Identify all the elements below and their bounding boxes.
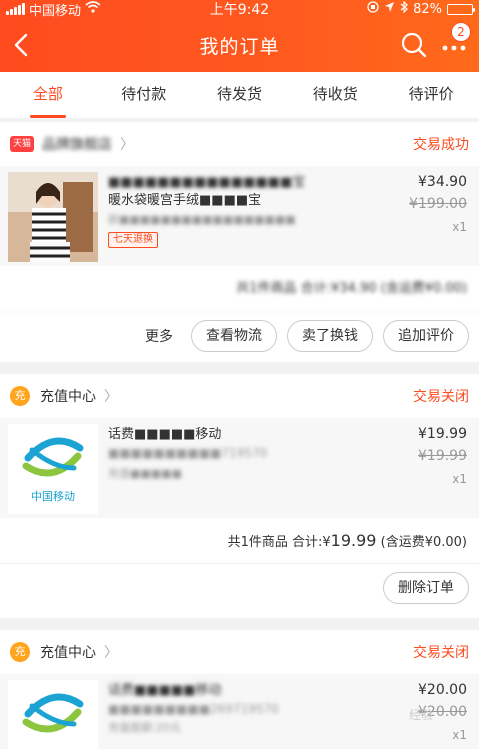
order-card: 天猫 品牌旗舰店 〉 交易成功 ■■■■■■■■■■■■■■■宝 暖水袋暖宫手绒… <box>0 122 479 362</box>
shop-header[interactable]: 充 充值中心 〉 交易关闭 <box>0 374 479 418</box>
order-actions: 删除订单 <box>0 564 479 612</box>
order-actions: 更多 查看物流 卖了换钱 追加评价 <box>0 312 479 360</box>
product-price: ¥20.00 <box>418 682 467 698</box>
product-detail: 充值■■■■■ <box>108 467 182 480</box>
seven-day-return-badge: 七天退换 <box>108 232 158 248</box>
tab-pending-shipment[interactable]: 待发货 <box>192 72 288 118</box>
shop-header[interactable]: 天猫 品牌旗舰店 〉 交易成功 <box>0 122 479 166</box>
tmall-icon: 天猫 <box>10 136 34 152</box>
order-summary: 共1件商品 合计:¥19.99 (含运费¥0.00) <box>0 518 479 564</box>
order-item[interactable]: 中国移动 话费■■■■■移动 ■■■■■■■■■■719570 充值■■■■■ … <box>0 418 479 518</box>
product-name: 话费■■■■■移动 ■■■■■■■■■■719570 <box>108 427 268 460</box>
tab-pending-review[interactable]: 待评价 <box>383 72 479 118</box>
resell-button[interactable]: 卖了换钱 <box>287 320 373 352</box>
shop-name: 充值中心 <box>40 645 96 661</box>
order-card: 充 充值中心 〉 交易关闭 话费■■■■■移动 ■■■■■■■■■2697195… <box>0 630 479 749</box>
view-logistics-button[interactable]: 查看物流 <box>191 320 277 352</box>
product-original-price: ¥19.99 <box>418 448 467 464</box>
product-sku: 颜■■■■■■■■■■■■■■■■■ <box>108 213 296 226</box>
product-name: 话费■■■■■移动 ■■■■■■■■■269719570 <box>108 683 279 716</box>
product-price: ¥19.99 <box>418 426 467 442</box>
tab-all[interactable]: 全部 <box>0 72 96 118</box>
product-original-price: ¥199.00 <box>409 196 467 212</box>
delete-order-button[interactable]: 删除订单 <box>383 572 469 604</box>
product-image <box>8 172 98 262</box>
order-status: 交易关闭 <box>413 645 469 661</box>
nav-bar: 我的订单 2 <box>0 18 479 72</box>
china-mobile-logo <box>8 680 98 749</box>
order-total: 19.99 <box>330 531 377 550</box>
product-price: ¥34.90 <box>418 174 467 190</box>
add-review-button[interactable]: 追加评价 <box>383 320 469 352</box>
watermark: 经验 <box>408 708 433 722</box>
tab-pending-receipt[interactable]: 待收货 <box>287 72 383 118</box>
chevron-right-icon: 〉 <box>120 137 134 153</box>
order-status: 交易成功 <box>413 137 469 153</box>
recharge-icon: 充 <box>10 386 30 406</box>
message-badge: 2 <box>451 22 471 42</box>
search-icon[interactable] <box>399 30 429 60</box>
chevron-right-icon: 〉 <box>104 645 118 661</box>
status-bar: 中国移动 上午9:42 82% <box>0 0 479 19</box>
product-detail: 充值面额:20元 <box>108 721 181 734</box>
product-quantity: x1 <box>452 472 467 486</box>
order-status: 交易关闭 <box>413 389 469 405</box>
shop-name: 品牌旗舰店 <box>42 137 112 153</box>
product-quantity: x1 <box>452 220 467 234</box>
tab-pending-payment[interactable]: 待付款 <box>96 72 192 118</box>
shop-name: 充值中心 <box>40 389 96 405</box>
order-item[interactable]: ■■■■■■■■■■■■■■■宝 暖水袋暖宫手绒■■■■宝 颜■■■■■■■■■… <box>0 166 479 266</box>
product-name: ■■■■■■■■■■■■■■■宝 暖水袋暖宫手绒■■■■宝 <box>108 175 306 208</box>
more-link[interactable]: 更多 <box>145 326 173 346</box>
recharge-icon: 充 <box>10 642 30 662</box>
order-item[interactable]: 话费■■■■■移动 ■■■■■■■■■269719570 充值面额:20元 ¥2… <box>0 674 479 749</box>
status-time: 上午9:42 <box>209 2 270 18</box>
chevron-right-icon: 〉 <box>104 389 118 405</box>
shop-header[interactable]: 充 充值中心 〉 交易关闭 <box>0 630 479 674</box>
china-mobile-label: 中国移动 <box>31 490 75 503</box>
product-quantity: x1 <box>452 728 467 742</box>
order-summary: 共1件商品 合计:¥34.90 (含运费¥0.00) <box>0 266 479 312</box>
order-card: 充 充值中心 〉 交易关闭 中国移动 话费■■■■■移动 ■■■■■■■■■■7… <box>0 374 479 618</box>
battery-icon <box>447 3 475 15</box>
top-bar: 中国移动 上午9:42 82% 我的订单 2 <box>0 0 479 72</box>
china-mobile-logo: 中国移动 <box>8 424 98 514</box>
order-tabs: 全部 待付款 待发货 待收货 待评价 <box>0 72 479 118</box>
